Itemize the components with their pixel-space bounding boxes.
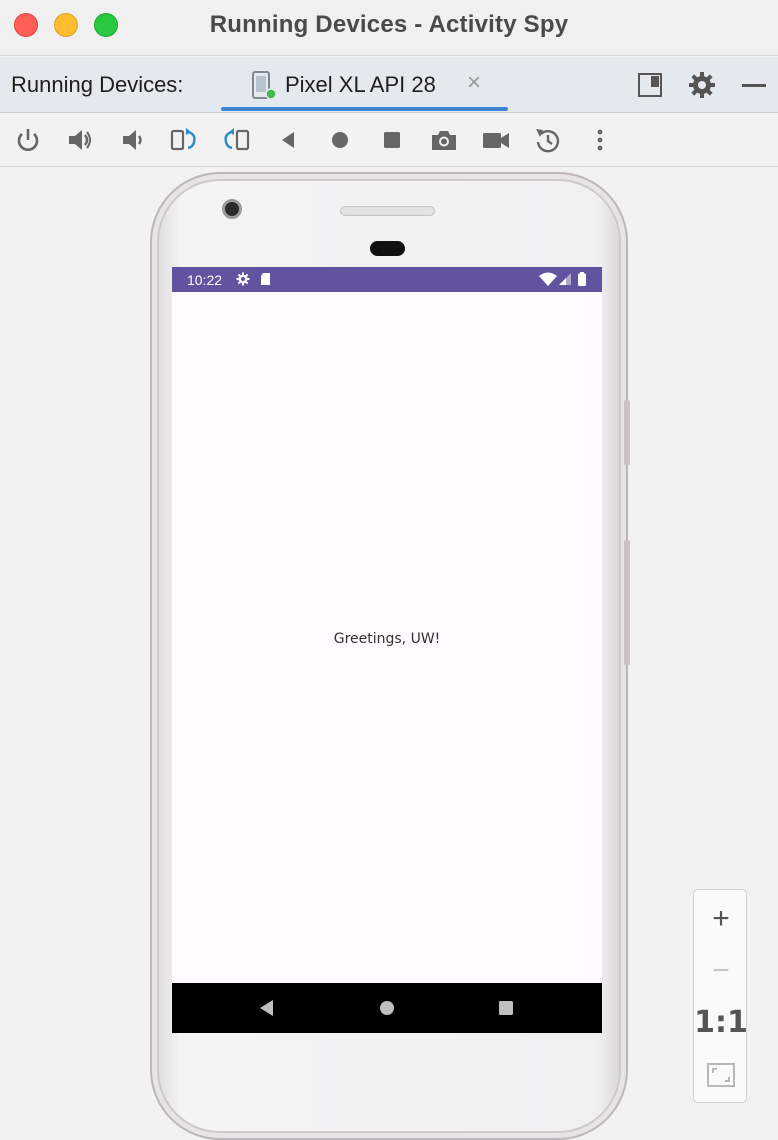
rotate-right-icon[interactable] <box>221 125 251 155</box>
tab-pixel-xl[interactable]: Pixel XL API 28 × <box>221 57 508 113</box>
nav-overview-icon[interactable] <box>496 998 516 1018</box>
power-icon[interactable] <box>13 125 43 155</box>
zoom-out-button[interactable]: − <box>694 951 748 991</box>
proximity-sensor <box>370 241 405 256</box>
rotate-left-icon[interactable] <box>169 125 199 155</box>
android-nav-bar <box>172 983 602 1033</box>
front-camera <box>222 199 242 219</box>
title-bar: Running Devices - Activity Spy <box>0 0 778 56</box>
gear-icon[interactable] <box>688 71 716 99</box>
zoom-in-label: + <box>712 902 730 935</box>
fit-screen-button[interactable] <box>694 1055 748 1095</box>
device-screen[interactable]: 10:22 Greetings, UW! <box>172 267 602 1033</box>
tab-close-button[interactable]: × <box>467 71 481 95</box>
settings-notification-icon <box>236 272 250 286</box>
actual-size-button[interactable]: 1:1 <box>694 1003 748 1043</box>
cell-signal-icon <box>559 273 571 285</box>
back-icon[interactable] <box>273 125 303 155</box>
status-bar: 10:22 <box>172 267 602 292</box>
layout-toggle-icon[interactable] <box>636 71 664 99</box>
fit-screen-icon <box>707 1063 735 1087</box>
home-icon[interactable] <box>325 125 355 155</box>
wifi-icon <box>539 272 557 286</box>
earpiece-speaker <box>340 206 435 216</box>
screenshot-icon[interactable] <box>429 125 459 155</box>
minimize-icon[interactable] <box>740 71 768 99</box>
tab-active-indicator <box>221 107 508 111</box>
nav-back-icon[interactable] <box>257 998 277 1018</box>
battery-icon <box>578 272 586 286</box>
more-options-icon[interactable] <box>585 125 615 155</box>
volume-side-button <box>624 540 630 665</box>
device-icon <box>252 71 277 100</box>
reset-icon[interactable] <box>533 125 563 155</box>
volume-up-icon[interactable] <box>65 125 95 155</box>
sd-card-icon <box>261 273 270 285</box>
nav-home-icon[interactable] <box>377 998 397 1018</box>
actual-size-label: 1:1 <box>694 1005 748 1040</box>
greeting-text: Greetings, UW! <box>333 631 441 647</box>
window-title: Running Devices - Activity Spy <box>209 11 569 38</box>
status-time: 10:22 <box>187 272 223 288</box>
tab-bar: Running Devices: Pixel XL API 28 × <box>0 57 778 113</box>
device-toolbar <box>0 113 778 167</box>
screen-record-icon[interactable] <box>481 125 511 155</box>
power-side-button <box>624 400 630 465</box>
zoom-controls: + − 1:1 <box>693 889 748 1103</box>
zoom-out-label: − <box>712 954 730 987</box>
tabbar-label: Running Devices: <box>11 72 184 97</box>
overview-icon[interactable] <box>377 125 407 155</box>
zoom-in-button[interactable]: + <box>694 899 748 939</box>
volume-down-icon[interactable] <box>117 125 147 155</box>
tab-label: Pixel XL API 28 <box>285 72 436 97</box>
